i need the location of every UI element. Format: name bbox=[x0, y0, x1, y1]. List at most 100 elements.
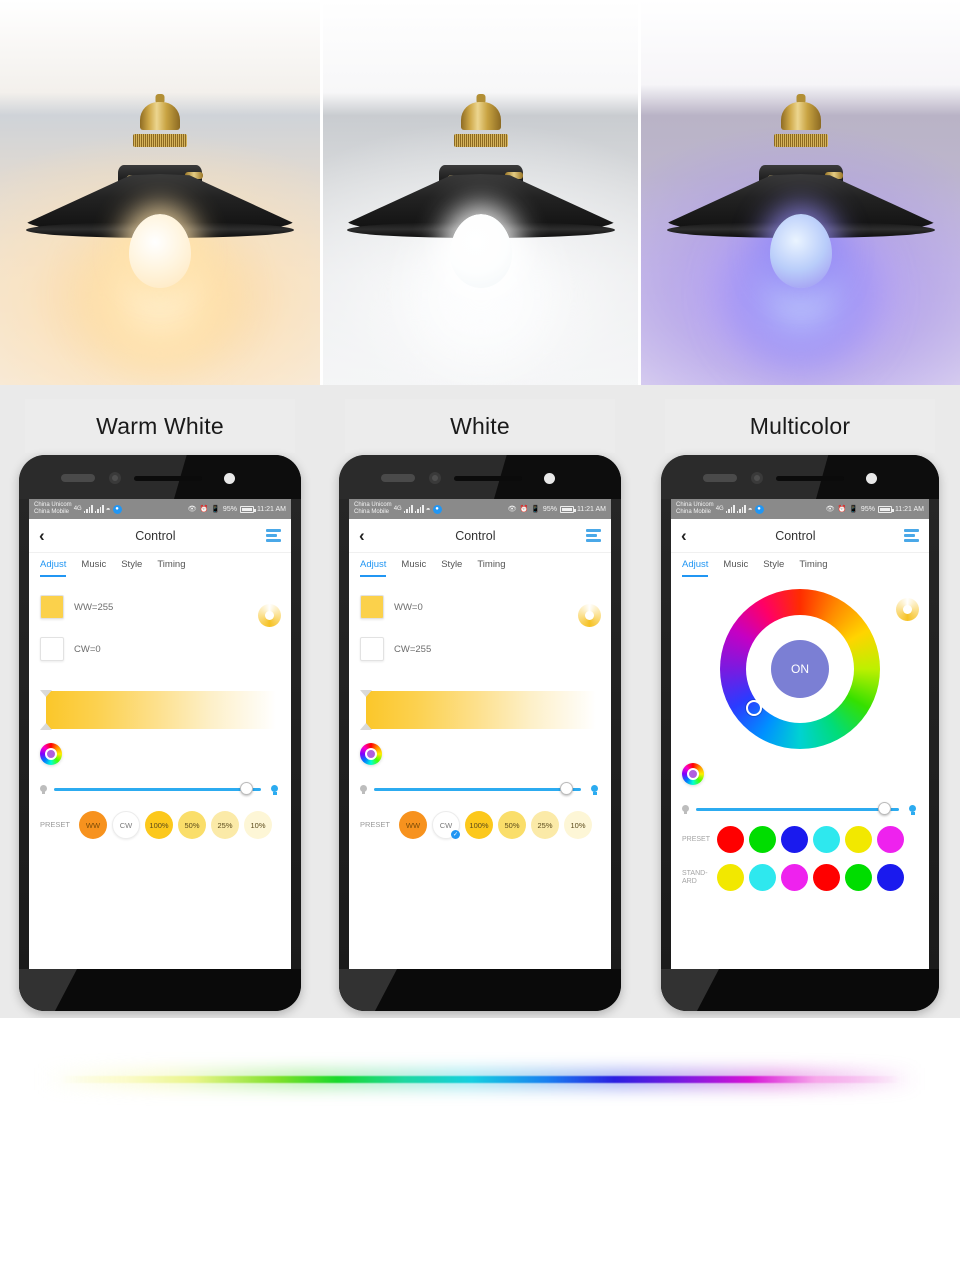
brightness-slider-row[interactable] bbox=[40, 782, 280, 795]
adjust-panel: WW=255 CW=0 PRESET WW CW 100% 50% 25% 10… bbox=[29, 595, 291, 839]
preset-color-yellow[interactable] bbox=[845, 826, 872, 853]
channel-row-ww[interactable]: WW=255 bbox=[40, 595, 280, 619]
tab-style[interactable]: Style bbox=[121, 559, 142, 577]
adjust-panel: WW=0 CW=255 PRESET WW CW ✓ 100% 50% 25% … bbox=[349, 595, 611, 839]
brightness-track[interactable] bbox=[696, 802, 899, 815]
brightness-slider-row[interactable] bbox=[360, 782, 600, 795]
menu-icon[interactable] bbox=[266, 529, 281, 542]
preset-color-cyan[interactable] bbox=[813, 826, 840, 853]
standard-color-red[interactable] bbox=[813, 864, 840, 891]
preset-chip-50[interactable]: 50% bbox=[178, 811, 206, 839]
preset-chip-10[interactable]: 10% bbox=[564, 811, 592, 839]
preset-row: PRESET WW CW 100% 50% 25% 10% bbox=[40, 811, 280, 839]
channel-row-cw[interactable]: CW=0 bbox=[40, 637, 280, 661]
tab-timing[interactable]: Timing bbox=[157, 559, 185, 577]
page-title: Control bbox=[135, 528, 176, 543]
tab-bar: Adjust Music Style Timing bbox=[29, 553, 291, 577]
brightness-track[interactable] bbox=[54, 782, 261, 795]
light-bulb bbox=[449, 214, 512, 288]
brightness-knob[interactable] bbox=[560, 782, 573, 795]
network-type-label: 4G bbox=[715, 506, 724, 512]
color-wheel-handle[interactable] bbox=[746, 700, 762, 716]
power-toggle-icon[interactable] bbox=[578, 604, 601, 627]
preset-chip-50[interactable]: 50% bbox=[498, 811, 526, 839]
preset-chip-cw[interactable]: CW ✓ bbox=[432, 811, 460, 839]
color-wheel-picker[interactable]: ON bbox=[720, 589, 880, 749]
preset-chip-100[interactable]: 100% bbox=[465, 811, 493, 839]
bulb-bright-icon bbox=[588, 783, 600, 795]
tab-music[interactable]: Music bbox=[723, 559, 748, 577]
wifi-icon: ◓ bbox=[105, 504, 111, 514]
vibrate-icon: 📱 bbox=[531, 506, 540, 513]
proximity-sensor-icon bbox=[429, 472, 441, 484]
brightness-slider-row[interactable] bbox=[682, 802, 918, 815]
earpiece-speaker-icon bbox=[703, 474, 737, 482]
power-on-button[interactable]: ON bbox=[771, 640, 829, 698]
mode-label-warm-white: Warm White bbox=[25, 399, 295, 454]
cw-swatch[interactable] bbox=[360, 637, 384, 661]
back-button[interactable]: ‹ bbox=[359, 527, 365, 544]
app-status-icon: ● bbox=[754, 504, 764, 514]
back-button[interactable]: ‹ bbox=[681, 527, 687, 544]
ww-swatch[interactable] bbox=[40, 595, 64, 619]
power-toggle-icon[interactable] bbox=[896, 598, 919, 621]
standard-color-blue[interactable] bbox=[877, 864, 904, 891]
preset-chip-25[interactable]: 25% bbox=[531, 811, 559, 839]
tab-adjust[interactable]: Adjust bbox=[40, 559, 67, 577]
channel-row-ww[interactable]: WW=0 bbox=[360, 595, 600, 619]
power-toggle-icon[interactable] bbox=[258, 604, 281, 627]
tab-adjust[interactable]: Adjust bbox=[360, 559, 387, 577]
earpiece-speaker-icon bbox=[381, 474, 415, 482]
standard-color-yellow[interactable] bbox=[717, 864, 744, 891]
battery-icon bbox=[239, 505, 256, 513]
preset-color-red[interactable] bbox=[717, 826, 744, 853]
bezel-bar bbox=[454, 476, 522, 481]
tab-music[interactable]: Music bbox=[401, 559, 426, 577]
menu-icon[interactable] bbox=[904, 529, 919, 542]
battery-icon bbox=[877, 505, 894, 513]
preset-color-magenta[interactable] bbox=[877, 826, 904, 853]
brightness-knob[interactable] bbox=[240, 782, 253, 795]
preset-color-row-label: PRESET bbox=[682, 835, 711, 843]
bezel-bar bbox=[134, 476, 202, 481]
ww-swatch[interactable] bbox=[360, 595, 384, 619]
preset-color-green[interactable] bbox=[749, 826, 776, 853]
tab-timing[interactable]: Timing bbox=[799, 559, 827, 577]
preset-chip-ww[interactable]: WW bbox=[79, 811, 107, 839]
preset-chip-25[interactable]: 25% bbox=[211, 811, 239, 839]
tab-timing[interactable]: Timing bbox=[477, 559, 505, 577]
standard-color-magenta[interactable] bbox=[781, 864, 808, 891]
preset-color-blue[interactable] bbox=[781, 826, 808, 853]
temperature-handle[interactable] bbox=[40, 690, 52, 730]
standard-color-green[interactable] bbox=[845, 864, 872, 891]
tab-adjust[interactable]: Adjust bbox=[682, 559, 709, 577]
brightness-knob[interactable] bbox=[878, 802, 891, 815]
wifi-icon: ◓ bbox=[425, 504, 431, 514]
preset-chip-100[interactable]: 100% bbox=[145, 811, 173, 839]
preset-chip-10[interactable]: 10% bbox=[244, 811, 272, 839]
preset-chip-ww[interactable]: WW bbox=[399, 811, 427, 839]
temperature-handle[interactable] bbox=[360, 690, 372, 730]
channel-row-cw[interactable]: CW=255 bbox=[360, 637, 600, 661]
color-wheel-icon[interactable] bbox=[40, 743, 62, 765]
brightness-track[interactable] bbox=[374, 782, 581, 795]
color-wheel-icon[interactable] bbox=[682, 763, 704, 785]
proximity-sensor-icon bbox=[751, 472, 763, 484]
standard-color-cyan[interactable] bbox=[749, 864, 776, 891]
earpiece-speaker-icon bbox=[61, 474, 95, 482]
cw-swatch[interactable] bbox=[40, 637, 64, 661]
color-wheel-icon[interactable] bbox=[360, 743, 382, 765]
tab-style[interactable]: Style bbox=[763, 559, 784, 577]
phone-top-bezel bbox=[339, 455, 621, 499]
back-button[interactable]: ‹ bbox=[39, 527, 45, 544]
color-temperature-slider[interactable] bbox=[360, 690, 600, 730]
phone-bottom-chin bbox=[19, 969, 301, 1011]
tab-style[interactable]: Style bbox=[441, 559, 462, 577]
battery-percent-label: 95% bbox=[542, 505, 557, 513]
menu-icon[interactable] bbox=[586, 529, 601, 542]
tab-music[interactable]: Music bbox=[81, 559, 106, 577]
preset-chip-cw[interactable]: CW bbox=[112, 811, 140, 839]
pendant-lamp-multicolor bbox=[663, 62, 939, 380]
color-temperature-slider[interactable] bbox=[40, 690, 280, 730]
signal-bars-icon-2 bbox=[414, 505, 424, 513]
